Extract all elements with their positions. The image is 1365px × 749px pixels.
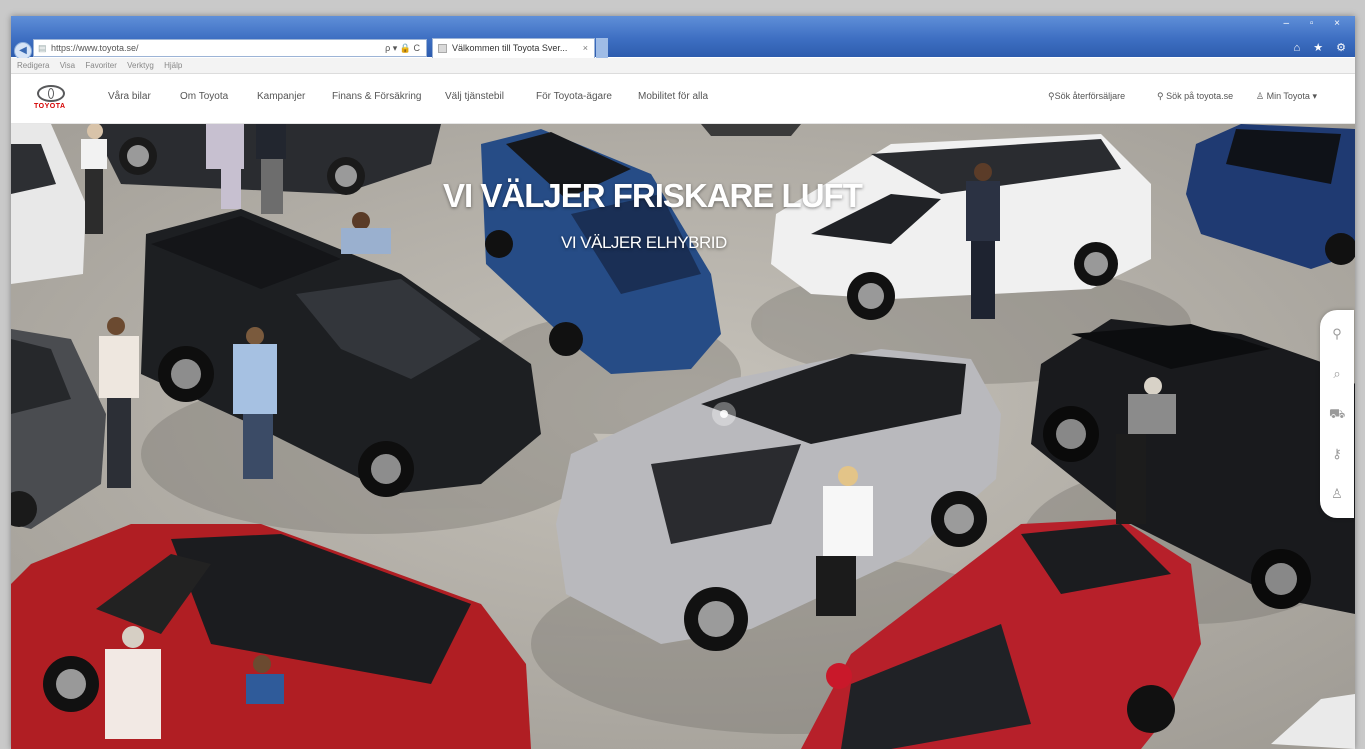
nav-valj-tjanstebil[interactable]: Välj tjänstebil — [445, 91, 504, 102]
browser-titlebar: ◀ ▤ https://www.toyota.se/ ρ ▾ 🔒 C Välko… — [11, 16, 1355, 60]
page-icon: ▤ — [38, 43, 47, 53]
tab-active[interactable]: Välkommen till Toyota Sver... × — [432, 38, 595, 58]
hero-banner[interactable]: VI VÄLJER FRISKARE LUFT VI VÄLJER ELHYBR… — [11, 124, 1355, 749]
menu-item-redigera[interactable]: Redigera — [17, 61, 49, 70]
menu-bar: Redigera Visa Favoriter Verktyg Hjälp — [11, 58, 1355, 74]
window-controls[interactable]: – ▫ × — [1283, 18, 1349, 29]
nav-kampanjer[interactable]: Kampanjer — [257, 91, 305, 102]
menu-item-favoriter[interactable]: Favoriter — [85, 61, 117, 70]
nav-om-toyota[interactable]: Om Toyota — [180, 91, 228, 102]
address-url[interactable]: https://www.toyota.se/ — [51, 40, 139, 56]
address-tools[interactable]: ρ ▾ 🔒 C — [385, 40, 420, 56]
menu-item-hjalp[interactable]: Hjälp — [164, 61, 182, 70]
browser-window: ◀ ▤ https://www.toyota.se/ ρ ▾ 🔒 C Välko… — [11, 16, 1355, 749]
site-header: TOYOTA Våra bilar Om Toyota Kampanjer Fi… — [11, 74, 1355, 124]
map-pin-icon[interactable]: ⚲ — [1329, 326, 1345, 342]
tab-close-icon[interactable]: × — [583, 39, 588, 57]
nav-finans-forsakring[interactable]: Finans & Försäkring — [332, 91, 421, 102]
side-dock: ⚲ ⌕ ⛟ ⚷ ♙ — [1320, 310, 1354, 518]
address-bar[interactable]: ▤ https://www.toyota.se/ ρ ▾ 🔒 C — [33, 39, 427, 57]
tab-title: Välkommen till Toyota Sver... — [452, 43, 568, 53]
browser-tool-icons[interactable]: ⌂ ★ ⚙ — [1294, 41, 1351, 54]
logo-wordmark: TOYOTA — [34, 103, 66, 110]
menu-item-visa[interactable]: Visa — [60, 61, 75, 70]
car-icon[interactable]: ⛟ — [1329, 406, 1345, 422]
search-link-label: Sök på toyota.se — [1166, 91, 1234, 101]
user-icon: ♙ — [1256, 91, 1267, 101]
hero-subtitle: VI VÄLJER ELHYBRID — [561, 233, 727, 252]
search-link[interactable]: ⚲ Sök på toyota.se — [1157, 91, 1233, 102]
toyota-emblem-icon — [37, 85, 65, 102]
map-pin-icon: ⚲ — [1048, 91, 1055, 101]
tab-favicon-icon — [438, 44, 447, 53]
chevron-down-icon: ▾ — [1309, 91, 1317, 101]
toyota-logo[interactable]: TOYOTA — [34, 85, 68, 110]
nav-vara-bilar[interactable]: Våra bilar — [108, 91, 151, 102]
menu-item-verktyg[interactable]: Verktyg — [127, 61, 154, 70]
key-icon[interactable]: ⚷ — [1329, 446, 1345, 462]
hero-image — [11, 124, 1355, 749]
hero-title: VI VÄLJER FRISKARE LUFT — [443, 177, 863, 214]
nav-for-toyota-agare[interactable]: För Toyota-ägare — [536, 91, 612, 102]
search-icon[interactable]: ⌕ — [1329, 366, 1345, 382]
nav-mobilitet-for-alla[interactable]: Mobilitet för alla — [638, 91, 708, 102]
dealer-link-label: Sök återförsäljare — [1054, 91, 1126, 101]
account-link[interactable]: ♙ Min Toyota ▾ — [1256, 91, 1317, 102]
new-tab-button[interactable] — [596, 38, 608, 58]
search-icon: ⚲ — [1157, 91, 1167, 101]
user-icon[interactable]: ♙ — [1329, 486, 1345, 502]
account-link-label: Min Toyota — [1266, 91, 1310, 101]
dealer-link[interactable]: ⚲Sök återförsäljare — [1048, 91, 1125, 102]
